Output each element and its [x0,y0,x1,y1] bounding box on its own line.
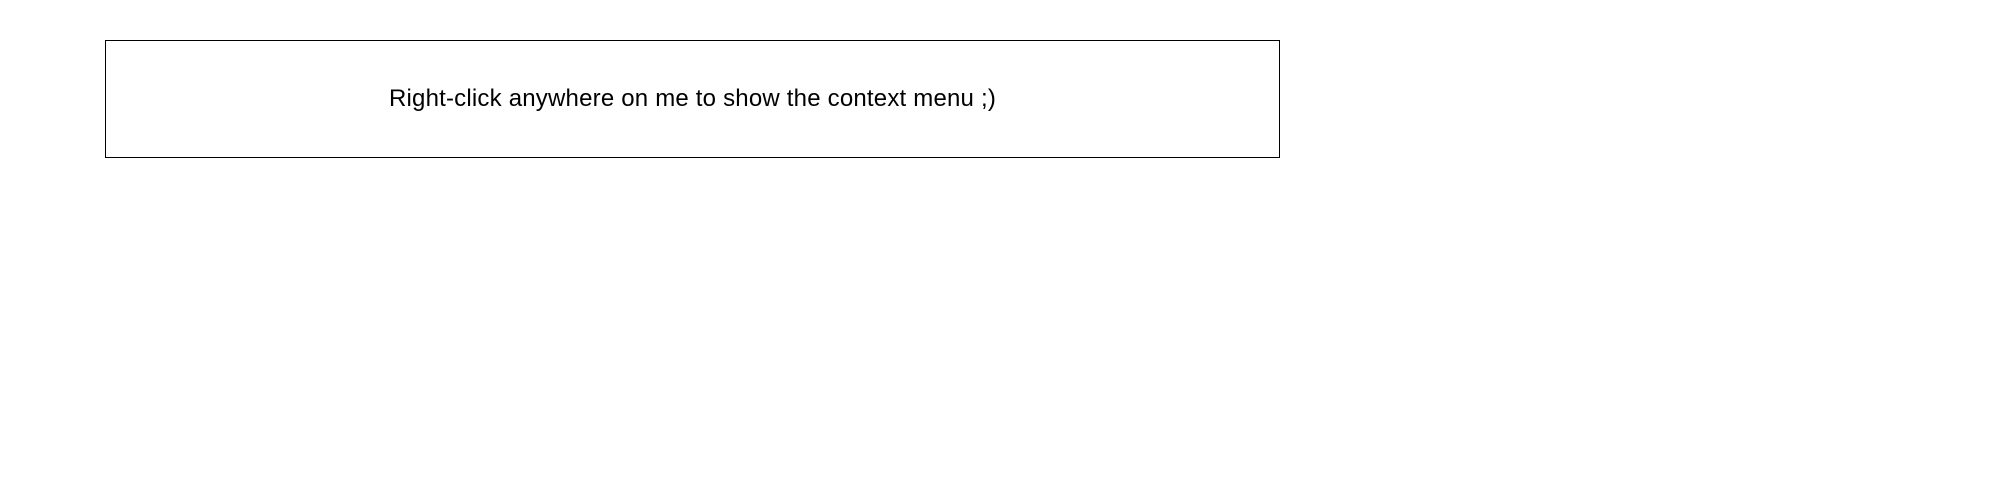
context-menu-demo-box[interactable]: Right-click anywhere on me to show the c… [105,40,1280,158]
context-box-instruction-text: Right-click anywhere on me to show the c… [389,85,996,113]
